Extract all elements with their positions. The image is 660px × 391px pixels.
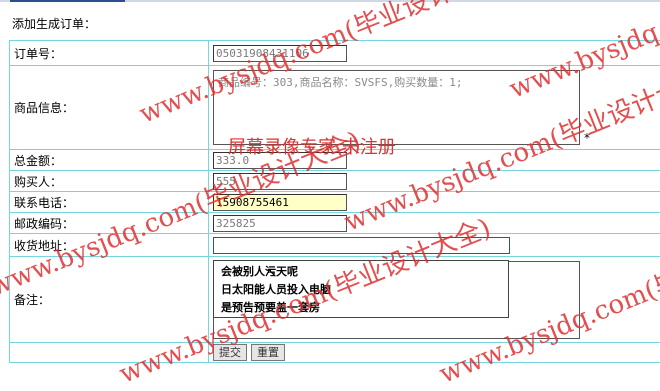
goods-info-label: 商品信息： xyxy=(10,66,209,150)
row-phone: 联系电话： 15908755461 xyxy=(10,192,660,213)
submit-button[interactable]: 提交 xyxy=(213,344,247,361)
reset-button[interactable]: 重置 xyxy=(251,344,285,361)
order-no-label: 订单号： xyxy=(10,41,209,66)
buyer-input[interactable]: 555 xyxy=(213,173,347,190)
remark-label: 备注： xyxy=(10,257,209,343)
total-label: 总金额： xyxy=(10,150,209,171)
postcode-label: 邮政编码： xyxy=(10,213,209,234)
required-mark: * xyxy=(584,131,590,145)
autocomplete-item[interactable]: 是预告预要盖一套房 xyxy=(214,299,508,317)
autocomplete-item[interactable]: 日太阳能人员投入电脑 xyxy=(214,281,508,299)
page-title: 添加生成订单： xyxy=(12,15,96,32)
phone-label: 联系电话： xyxy=(10,192,209,213)
order-no-input[interactable]: 05031908431106 xyxy=(213,45,347,62)
row-order-no: 订单号： 05031908431106 xyxy=(10,41,660,66)
address-label: 收货地址： xyxy=(10,234,209,257)
mouse-cursor-icon: ↖ xyxy=(266,265,278,281)
address-autocomplete-list: 会被别人污天呢 日太阳能人员投入电脑 是预告预要盖一套房 xyxy=(213,260,509,318)
row-buyer: 购买人： 555 xyxy=(10,171,660,192)
buttons-spacer xyxy=(10,343,209,363)
row-buttons: 提交重置 xyxy=(10,343,660,363)
row-postcode: 邮政编码： 325825 xyxy=(10,213,660,234)
phone-input[interactable]: 15908755461 xyxy=(213,194,347,211)
autocomplete-item[interactable]: 会被别人污天呢 xyxy=(214,263,508,281)
postcode-input[interactable]: 325825 xyxy=(213,215,347,232)
buyer-label: 购买人： xyxy=(10,171,209,192)
address-input[interactable] xyxy=(213,237,510,254)
top-tab-indicator xyxy=(10,0,125,2)
watermark-recorder: 屏幕录像专家 未注册 xyxy=(228,133,396,159)
row-address: 收货地址： xyxy=(10,234,660,257)
